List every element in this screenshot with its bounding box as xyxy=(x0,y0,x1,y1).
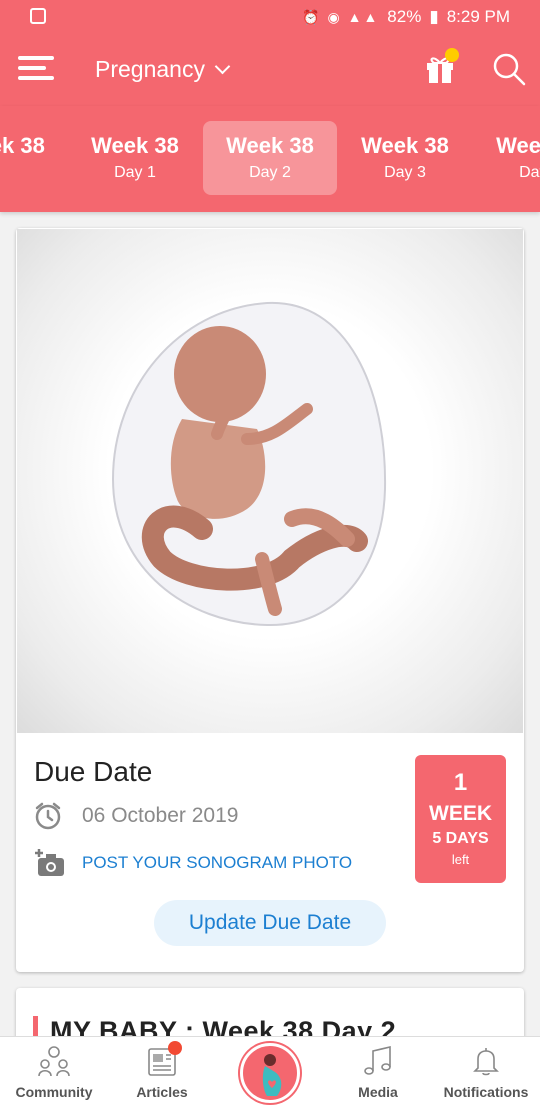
week-tab-day: Day 1 xyxy=(114,164,156,181)
week-tab-day: Day 3 xyxy=(384,164,426,181)
week-tab[interactable]: Week 38 Day 4 xyxy=(473,121,540,195)
search-icon[interactable] xyxy=(492,52,526,86)
week-tab-day: Day 4 xyxy=(519,164,540,181)
week-tab-week: Week 38 xyxy=(226,133,314,158)
week-day-strip[interactable]: Week 38 Week 38 Day 1 Week 38 Day 2 Week… xyxy=(0,106,540,212)
week-tab[interactable]: Week 38 xyxy=(0,121,68,195)
due-date-row: 06 October 2019 xyxy=(34,802,238,830)
fetus-image xyxy=(111,301,387,627)
pregnancy-home-icon[interactable] xyxy=(240,1043,300,1103)
battery-percent: 82% xyxy=(387,7,422,26)
bottom-nav: Community Articles Media Notifications xyxy=(0,1036,540,1110)
week-tab-active[interactable]: Week 38 Day 2 xyxy=(203,121,337,195)
due-date-card: Due Date 06 October 2019 POST YOUR SONOG… xyxy=(16,228,524,972)
chevron-down-icon xyxy=(214,58,231,75)
countdown-days: 5 DAYS xyxy=(432,830,489,847)
nav-community[interactable]: Community xyxy=(14,1045,94,1100)
menu-icon[interactable] xyxy=(18,56,54,82)
nav-notifications[interactable]: Notifications xyxy=(436,1045,536,1100)
week-tab[interactable]: Week 38 Day 3 xyxy=(338,121,472,195)
battery-icon: ▮ xyxy=(429,7,439,26)
articles-badge xyxy=(168,1041,182,1055)
app-bar: Pregnancy xyxy=(0,34,540,106)
status-right: ⏰ ◉ ▲▲ 82% ▮ 8:29 PM xyxy=(302,7,510,27)
countdown-unit: WEEK xyxy=(429,802,492,825)
pregnant-woman-icon xyxy=(262,1054,282,1096)
nav-label: Articles xyxy=(136,1084,188,1100)
pregnancy-dropdown[interactable]: Pregnancy xyxy=(95,56,231,83)
nav-articles[interactable]: Articles xyxy=(122,1045,202,1100)
week-tab-week: Week 38 xyxy=(0,133,45,158)
post-sonogram-label: POST YOUR SONOGRAM PHOTO xyxy=(82,853,353,872)
gift-badge xyxy=(445,48,459,62)
notification-icon xyxy=(30,8,46,24)
nav-label: Notifications xyxy=(443,1084,529,1100)
week-tab[interactable]: Week 38 Day 1 xyxy=(68,121,202,195)
clock: 8:29 PM xyxy=(446,7,510,26)
music-icon xyxy=(364,1045,391,1075)
week-tab-week: Week 38 xyxy=(91,133,179,158)
add-photo-icon xyxy=(35,849,64,876)
week-tab-day: Day 2 xyxy=(249,164,291,181)
week-tab-week: Week 38 xyxy=(361,133,449,158)
nav-media[interactable]: Media xyxy=(340,1045,416,1100)
countdown-number: 1 xyxy=(453,769,468,796)
post-sonogram-link[interactable]: POST YOUR SONOGRAM PHOTO xyxy=(34,848,352,878)
alarm-clock-icon xyxy=(35,802,61,830)
fetus-illustration xyxy=(17,229,523,733)
nav-label: Community xyxy=(15,1084,93,1100)
update-due-date-button[interactable]: Update Due Date xyxy=(154,900,386,946)
due-date-title: Due Date xyxy=(34,756,153,787)
due-date-value: 06 October 2019 xyxy=(82,804,239,827)
community-icon xyxy=(38,1046,70,1077)
status-bar: ⏰ ◉ ▲▲ 82% ▮ 8:29 PM xyxy=(0,0,540,34)
countdown-suffix: left xyxy=(451,852,470,867)
countdown-badge: 1 WEEK 5 DAYS left xyxy=(415,755,506,883)
nav-label: Media xyxy=(358,1084,398,1100)
status-icons: ⏰ ◉ ▲▲ xyxy=(302,8,380,25)
app-title: Pregnancy xyxy=(95,56,205,82)
week-tab-week: Week 38 xyxy=(496,133,540,158)
bell-icon xyxy=(473,1048,499,1076)
